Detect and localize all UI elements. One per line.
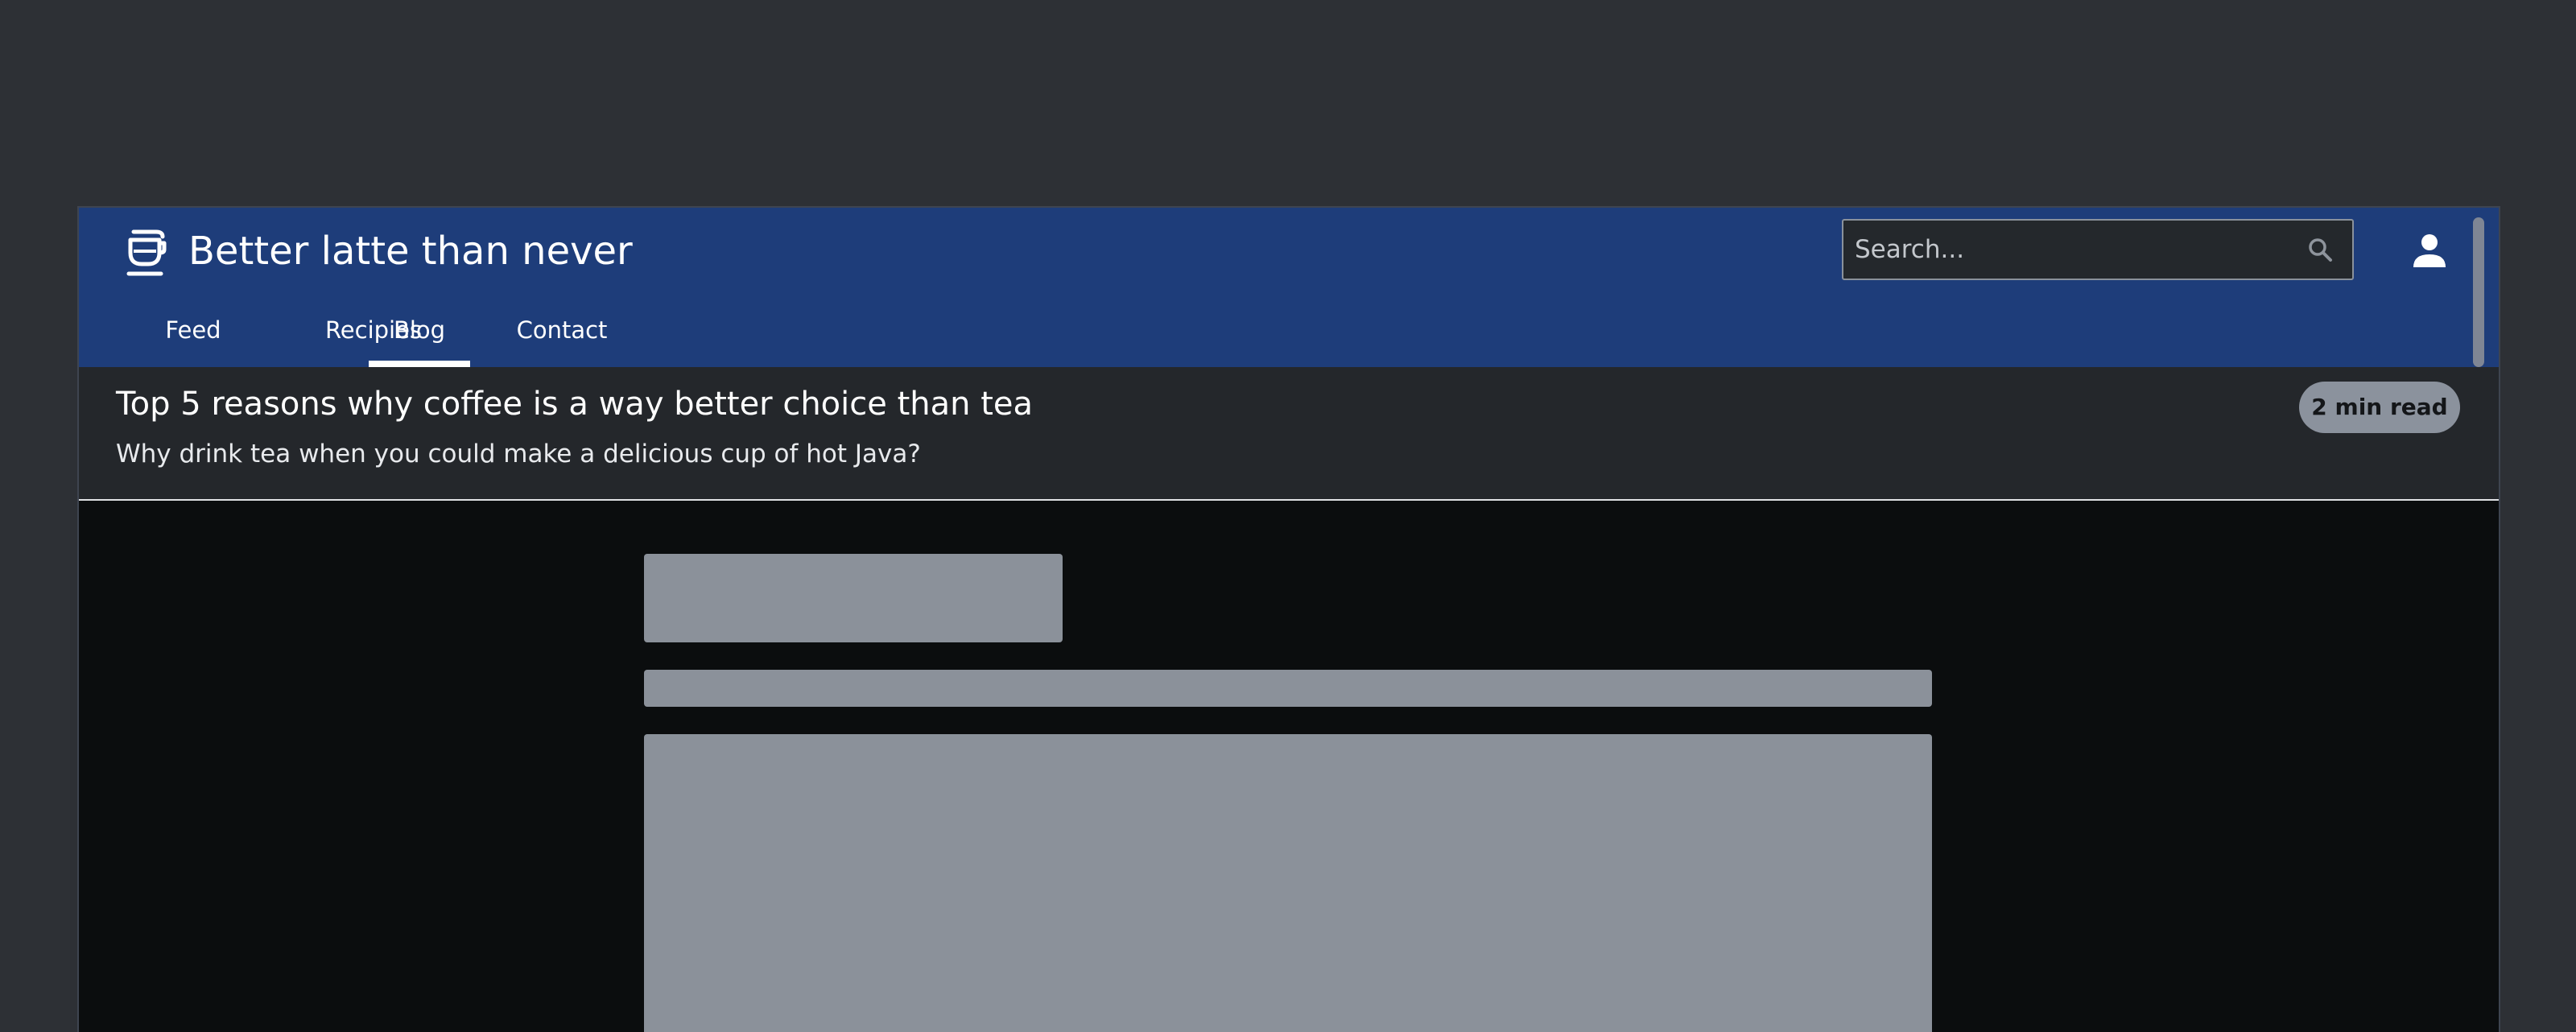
site-title[interactable]: Better latte than never	[188, 227, 633, 275]
tab-feed[interactable]: Feed	[132, 296, 254, 367]
post-header: Top 5 reasons why coffee is a way better…	[79, 367, 2499, 501]
skeleton-line	[644, 670, 1932, 707]
search-input[interactable]	[1843, 221, 2294, 279]
skeleton-heading	[644, 554, 1063, 642]
nav-tabs: Feed Recipies Blog Contact	[79, 296, 2499, 367]
search-icon[interactable]	[2307, 237, 2333, 262]
read-time-badge: 2 min read	[2299, 382, 2460, 433]
user-icon[interactable]	[2409, 230, 2450, 272]
coffee-cup-icon[interactable]	[124, 229, 169, 277]
page-scrollbar[interactable]	[2473, 217, 2484, 367]
tab-contact[interactable]: Contact	[488, 296, 636, 367]
search-box[interactable]	[1842, 219, 2354, 280]
browser-viewport: Better latte than never Feed Recipies Bl…	[77, 206, 2500, 1032]
tab-blog[interactable]: Blog	[369, 296, 470, 367]
post-subtitle: Why drink tea when you could make a deli…	[116, 440, 921, 469]
app-header: Better latte than never	[79, 208, 2499, 298]
post-title: Top 5 reasons why coffee is a way better…	[116, 386, 1034, 423]
skeleton-block	[644, 734, 1932, 1032]
